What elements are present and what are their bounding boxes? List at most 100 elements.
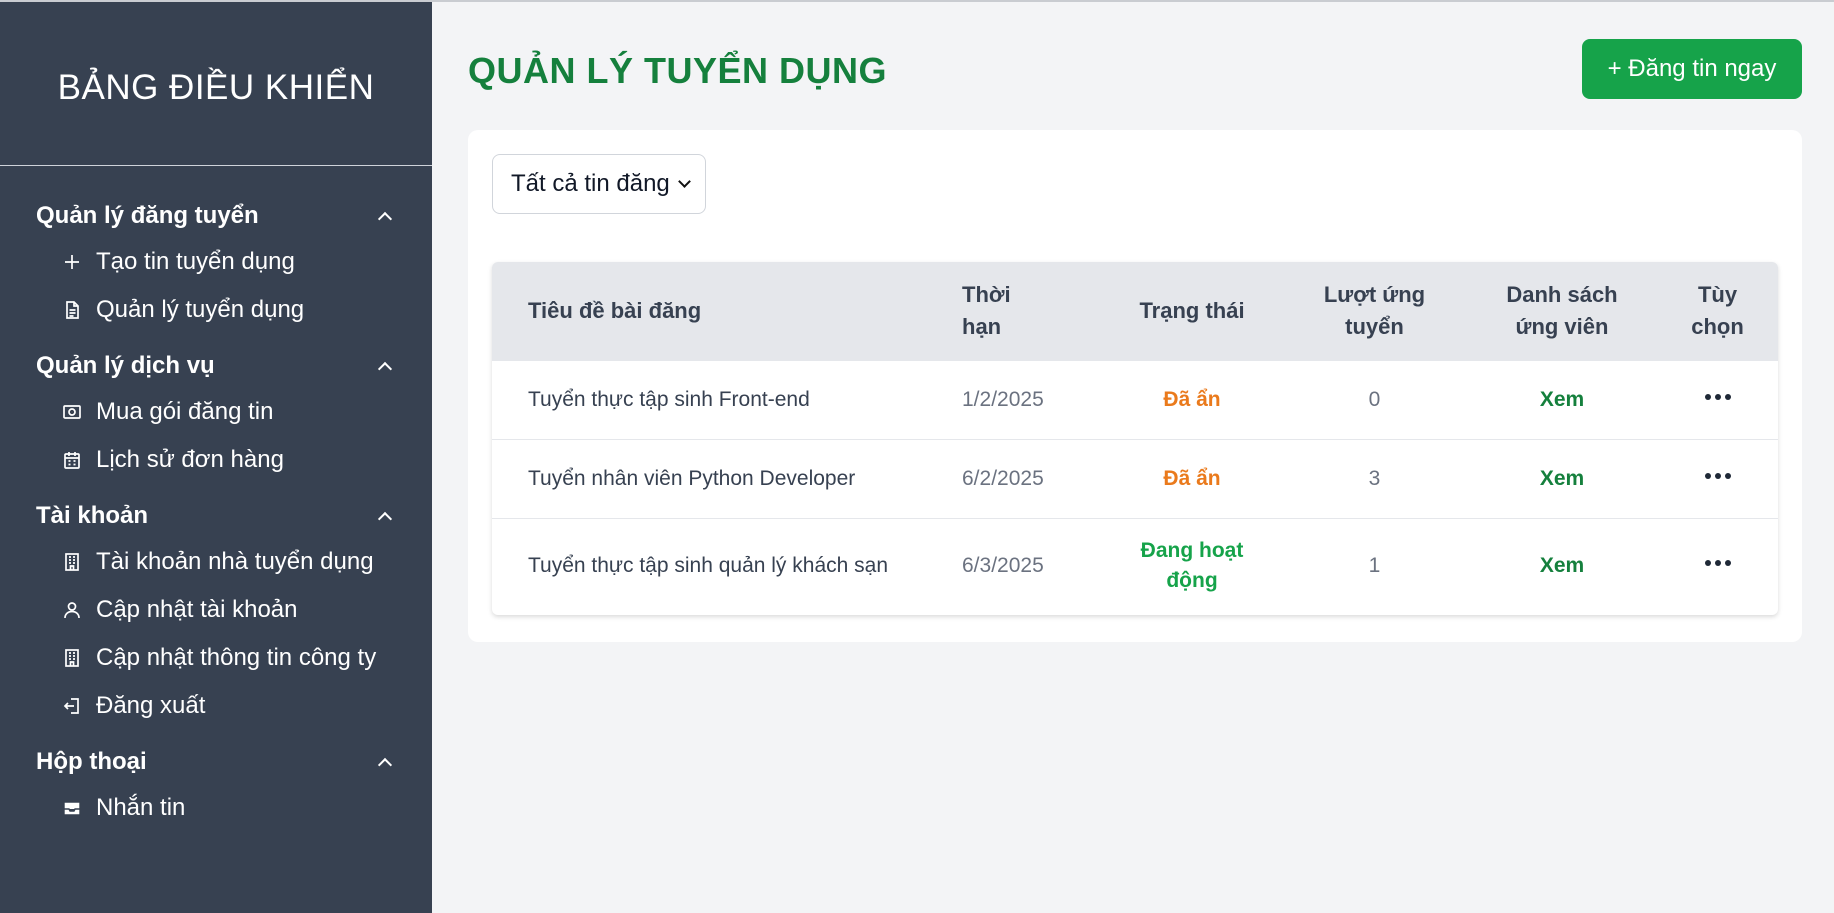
document-icon [62, 300, 82, 320]
row-title: Tuyển thực tập sinh quản lý khách sạn [528, 553, 888, 577]
user-icon [62, 600, 82, 620]
row-deadline: 1/2/2025 [962, 387, 1044, 411]
cash-icon [62, 402, 82, 422]
header-candidates[interactable]: Danh sách ứng viên [1467, 262, 1657, 360]
post-filter-select[interactable]: Tất cả tin đăng [492, 154, 706, 214]
sidebar-item-manage-jobs[interactable]: Quản lý tuyển dụng [0, 286, 432, 334]
main-content: QUẢN LÝ TUYỂN DỤNG + Đăng tin ngay Tất c… [432, 2, 1834, 913]
group-toggle-account[interactable]: Tài khoản [0, 494, 432, 538]
chevron-up-icon [377, 757, 393, 773]
sidebar: BẢNG ĐIỀU KHIỂN Quản lý đăng tuyển Tạo t… [0, 2, 432, 913]
group-toggle-job-posting[interactable]: Quản lý đăng tuyển [0, 194, 432, 238]
view-candidates-link[interactable]: Xem [1540, 467, 1584, 490]
status-badge: Đã ẩn [1163, 466, 1221, 490]
sidebar-item-label: Lịch sử đơn hàng [96, 446, 284, 473]
sidebar-header: BẢNG ĐIỀU KHIỂN [0, 2, 432, 166]
sidebar-item-label: Mua gói đăng tin [96, 398, 274, 425]
nav-group-messages: Hộp thoại Nhắn tin [0, 740, 432, 832]
jobs-table: Tiêu đề bài đăng Thời hạn Trạng thái Lượt… [492, 262, 1778, 613]
row-status-cell: Đang hoạt động [1102, 518, 1282, 613]
sidebar-item-update-company[interactable]: Cập nhật thông tin công ty [0, 634, 432, 682]
header-deadline-line1: Thời [962, 281, 1011, 307]
nav-group-services: Quản lý dịch vụ Mua gói đăng tin Lịch sử… [0, 344, 432, 484]
jobs-card: Tất cả tin đăng Tiêu đề bài đăng Thời hạn… [468, 130, 1802, 642]
logout-icon [62, 696, 82, 716]
sidebar-item-label: Quản lý tuyển dụng [96, 296, 305, 323]
sidebar-title: BẢNG ĐIỀU KHIỂN [57, 67, 375, 107]
jobs-table-container: Tiêu đề bài đăng Thời hạn Trạng thái Lượt… [492, 262, 1778, 615]
sidebar-item-create-job[interactable]: Tạo tin tuyển dụng [0, 238, 432, 286]
sidebar-item-label: Cập nhật thông tin công ty [96, 644, 377, 671]
building-icon [62, 648, 82, 668]
header-applications[interactable]: Lượt ứng tuyển [1282, 262, 1467, 360]
header-applications-line1: Lượt ứng [1323, 281, 1426, 307]
table-header-row: Tiêu đề bài đăng Thời hạn Trạng thái Lượt… [492, 262, 1778, 360]
sidebar-item-order-history[interactable]: Lịch sử đơn hàng [0, 436, 432, 484]
chevron-down-icon [678, 175, 691, 188]
more-options-icon[interactable] [1704, 393, 1731, 400]
sidebar-item-buy-package[interactable]: Mua gói đăng tin [0, 388, 432, 436]
view-candidates-link[interactable]: Xem [1540, 554, 1584, 577]
row-options-cell [1657, 360, 1778, 439]
header-deadline-line2: hạn [962, 313, 1002, 339]
table-row: Tuyển thực tập sinh Front-end 1/2/2025 Đ… [492, 360, 1778, 439]
group-toggle-messages[interactable]: Hộp thoại [0, 740, 432, 784]
group-label: Quản lý dịch vụ [36, 352, 215, 379]
row-status-cell: Đã ẩn [1102, 439, 1282, 518]
header-candidates-line2: ứng viên [1515, 313, 1609, 339]
nav-group-job-posting: Quản lý đăng tuyển Tạo tin tuyển dụng Qu… [0, 194, 432, 334]
header-applications-line2: tuyển [1345, 313, 1404, 339]
inbox-icon [62, 798, 82, 818]
row-title: Tuyển nhân viên Python Developer [528, 466, 856, 490]
view-candidates-link[interactable]: Xem [1540, 388, 1584, 411]
row-applications: 1 [1368, 553, 1381, 577]
more-options-icon[interactable] [1704, 472, 1731, 479]
sidebar-item-recruiter-account[interactable]: Tài khoản nhà tuyển dụng [0, 538, 432, 586]
sidebar-item-messages[interactable]: Nhắn tin [0, 784, 432, 832]
building-icon [62, 552, 82, 572]
page-title: QUẢN LÝ TUYỂN DỤNG [468, 50, 888, 91]
row-options-cell [1657, 439, 1778, 518]
table-row: Tuyển thực tập sinh quản lý khách sạn 6/… [492, 518, 1778, 613]
chevron-up-icon [377, 211, 393, 227]
header-options-line1: Tùy [1697, 281, 1738, 307]
header-deadline[interactable]: Thời hạn [962, 262, 1102, 360]
group-label: Tài khoản [36, 502, 149, 529]
header-status[interactable]: Trạng thái [1102, 262, 1282, 360]
row-deadline: 6/2/2025 [962, 466, 1044, 490]
chevron-up-icon [377, 511, 393, 527]
sidebar-item-label: Cập nhật tài khoản [96, 596, 298, 623]
plus-icon [62, 252, 82, 272]
group-label: Quản lý đăng tuyển [36, 202, 259, 229]
table-row: Tuyển nhân viên Python Developer 6/2/202… [492, 439, 1778, 518]
row-deadline: 6/3/2025 [962, 553, 1044, 577]
row-view-cell: Xem [1467, 360, 1657, 439]
header-options[interactable]: Tùy chọn [1657, 262, 1778, 360]
sidebar-item-update-account[interactable]: Cập nhật tài khoản [0, 586, 432, 634]
calendar-icon [62, 450, 82, 470]
post-job-button[interactable]: + Đăng tin ngay [1582, 39, 1802, 99]
header-options-line2: chọn [1691, 313, 1744, 339]
row-applications: 0 [1368, 387, 1381, 411]
filter-selected-value: Tất cả tin đăng [511, 170, 670, 197]
row-title: Tuyển thực tập sinh Front-end [528, 387, 810, 411]
sidebar-item-label: Đăng xuất [96, 692, 206, 719]
row-view-cell: Xem [1467, 518, 1657, 613]
sidebar-item-label: Tạo tin tuyển dụng [96, 248, 295, 275]
header-title[interactable]: Tiêu đề bài đăng [492, 262, 962, 360]
status-line2: động [1166, 568, 1218, 592]
more-options-icon[interactable] [1704, 559, 1731, 566]
group-toggle-services[interactable]: Quản lý dịch vụ [0, 344, 432, 388]
status-badge: Đã ẩn [1163, 387, 1221, 411]
group-label: Hộp thoại [36, 748, 147, 775]
nav-group-account: Tài khoản Tài khoản nhà tuyển dụng Cập n… [0, 494, 432, 730]
row-status-cell: Đã ẩn [1102, 360, 1282, 439]
row-options-cell [1657, 518, 1778, 613]
sidebar-item-label: Tài khoản nhà tuyển dụng [96, 548, 374, 575]
status-line1: Đang hoạt [1140, 538, 1244, 562]
sidebar-item-logout[interactable]: Đăng xuất [0, 682, 432, 730]
header-candidates-line1: Danh sách [1506, 281, 1618, 307]
chevron-up-icon [377, 361, 393, 377]
sidebar-nav: Quản lý đăng tuyển Tạo tin tuyển dụng Qu… [0, 166, 432, 832]
row-applications: 3 [1368, 466, 1381, 490]
